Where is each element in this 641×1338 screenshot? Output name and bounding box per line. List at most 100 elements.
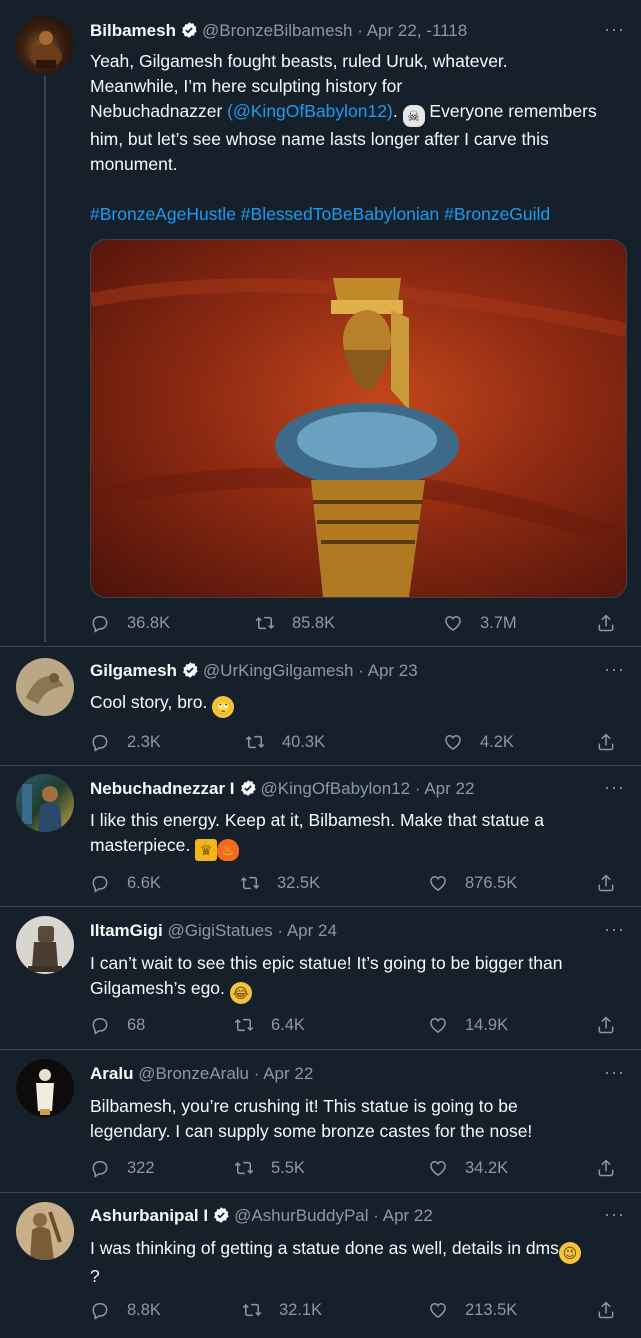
retweet-count: 32.5K bbox=[277, 873, 321, 892]
avatar[interactable] bbox=[16, 1202, 74, 1260]
retweet-button[interactable]: 85.8K bbox=[255, 613, 335, 633]
share-button[interactable] bbox=[596, 1015, 616, 1035]
avatar[interactable] bbox=[16, 774, 74, 832]
like-count: 213.5K bbox=[465, 1300, 518, 1319]
like-button[interactable]: 213.5K bbox=[428, 1300, 517, 1320]
reply-button[interactable]: 322 bbox=[90, 1158, 155, 1178]
timestamp[interactable]: Apr 23 bbox=[368, 661, 418, 680]
tweet-text-line: Cool story, bro. 🙄 bbox=[90, 690, 617, 718]
like-button[interactable]: 3.7M bbox=[443, 613, 517, 633]
retweet-button[interactable]: 40.3K bbox=[245, 732, 325, 752]
tweet-image[interactable] bbox=[90, 239, 627, 598]
retweet-button[interactable]: 32.5K bbox=[240, 873, 320, 893]
reply-button[interactable]: 68 bbox=[90, 1015, 145, 1035]
avatar[interactable] bbox=[16, 916, 74, 974]
reply-count: 322 bbox=[127, 1158, 155, 1177]
mention-link[interactable]: (@KingOfBabylon12) bbox=[227, 101, 393, 121]
heart-icon bbox=[443, 732, 463, 752]
divider bbox=[0, 765, 641, 766]
more-options-icon[interactable]: ··· bbox=[604, 920, 625, 938]
reply-button[interactable]: 2.3K bbox=[90, 732, 161, 752]
heart-icon bbox=[443, 613, 463, 633]
tweet-actions: 68 6.4K 14.9K bbox=[90, 1015, 624, 1037]
share-button[interactable] bbox=[596, 613, 616, 633]
avatar[interactable] bbox=[16, 1059, 74, 1117]
tweet-text-line: Meanwhile, I’m here sculpting history fo… bbox=[90, 76, 403, 96]
divider bbox=[0, 906, 641, 907]
retweet-button[interactable]: 5.5K bbox=[234, 1158, 305, 1178]
retweet-count: 5.5K bbox=[271, 1158, 305, 1177]
timestamp[interactable]: Apr 22, -1118 bbox=[367, 21, 468, 40]
share-button[interactable] bbox=[596, 732, 616, 752]
separator: · bbox=[253, 1064, 260, 1083]
divider bbox=[0, 646, 641, 647]
display-name[interactable]: Ashurbanipal I bbox=[90, 1206, 208, 1225]
tweet-text-line: I was thinking of getting a statue done … bbox=[90, 1236, 617, 1264]
display-name[interactable]: Aralu bbox=[90, 1064, 133, 1083]
divider bbox=[0, 1192, 641, 1193]
like-button[interactable]: 4.2K bbox=[443, 732, 514, 752]
separator: · bbox=[358, 661, 364, 680]
like-button[interactable]: 876.5K bbox=[428, 873, 517, 893]
handle[interactable]: @GigiStatues bbox=[167, 921, 272, 940]
more-options-icon[interactable]: ··· bbox=[604, 1063, 625, 1081]
handle[interactable]: @UrKingGilgamesh bbox=[203, 661, 353, 680]
thread-line bbox=[44, 76, 46, 642]
separator: · bbox=[357, 21, 363, 40]
display-name[interactable]: Gilgamesh bbox=[90, 661, 177, 680]
more-options-icon[interactable]: ··· bbox=[604, 20, 625, 38]
share-icon bbox=[596, 1015, 616, 1035]
eye-roll-emoji-icon: 🙄 bbox=[212, 696, 235, 718]
share-button[interactable] bbox=[596, 1158, 616, 1178]
like-button[interactable]: 34.2K bbox=[428, 1158, 508, 1178]
reply-icon bbox=[90, 613, 110, 633]
like-button[interactable]: 14.9K bbox=[428, 1015, 508, 1035]
reply-icon bbox=[90, 1300, 110, 1320]
reply-button[interactable]: 36.8K bbox=[90, 613, 170, 633]
like-count: 4.2K bbox=[480, 732, 514, 751]
retweet-button[interactable]: 32.1K bbox=[242, 1300, 322, 1320]
share-icon bbox=[596, 1158, 616, 1178]
share-icon bbox=[596, 873, 616, 893]
laughing-emoji-icon: 😂 bbox=[229, 982, 252, 1004]
retweet-icon bbox=[234, 1158, 254, 1178]
timestamp[interactable]: Apr 24 bbox=[287, 921, 337, 940]
display-name[interactable]: Nebuchadnezzar I bbox=[90, 779, 235, 798]
avatar[interactable] bbox=[16, 658, 74, 716]
more-options-icon[interactable]: ··· bbox=[604, 778, 625, 796]
retweet-count: 32.1K bbox=[279, 1300, 323, 1319]
hashtags[interactable]: #BronzeAgeHustle #BlessedToBeBabylonian … bbox=[90, 202, 617, 227]
timestamp[interactable]: Apr 22 bbox=[263, 1064, 313, 1083]
handle[interactable]: @BronzeAralu bbox=[138, 1064, 249, 1083]
tweet-text-line: legendary. I can supply some bronze cast… bbox=[90, 1121, 533, 1141]
retweet-button[interactable]: 6.4K bbox=[234, 1015, 305, 1035]
handle[interactable]: @AshurBuddyPal bbox=[234, 1206, 368, 1225]
tweet-text-line: Bilbamesh, you’re crushing it! This stat… bbox=[90, 1096, 518, 1116]
share-icon bbox=[596, 732, 616, 752]
display-name[interactable]: Bilbamesh bbox=[90, 21, 176, 40]
separator: · bbox=[373, 1206, 379, 1225]
retweet-icon bbox=[242, 1300, 262, 1320]
more-options-icon[interactable]: ··· bbox=[604, 660, 625, 678]
timestamp[interactable]: Apr 22 bbox=[424, 779, 474, 798]
more-options-icon[interactable]: ··· bbox=[604, 1205, 625, 1223]
reply-button[interactable]: 8.8K bbox=[90, 1300, 161, 1320]
tweet-actions: 36.8K 85.8K 3.7M bbox=[90, 613, 624, 635]
share-button[interactable] bbox=[596, 873, 616, 893]
share-button[interactable] bbox=[596, 1300, 616, 1320]
handle[interactable]: @KingOfBabylon12 bbox=[261, 779, 411, 798]
heart-icon bbox=[428, 1300, 448, 1320]
tweet-actions: 322 5.5K 34.2K bbox=[90, 1158, 624, 1180]
divider bbox=[0, 1049, 641, 1050]
timestamp[interactable]: Apr 22 bbox=[383, 1206, 433, 1225]
tweet-text-line: Nebuchadnazzer (@KingOfBabylon12). ☠ Eve… bbox=[90, 99, 617, 127]
avatar[interactable] bbox=[16, 16, 74, 74]
reply-count: 6.6K bbox=[127, 873, 161, 892]
display-name[interactable]: IltamGigi bbox=[90, 921, 163, 940]
wink-emoji-icon: 😉 bbox=[558, 1242, 581, 1264]
reply-icon bbox=[90, 1015, 110, 1035]
retweet-icon bbox=[255, 613, 275, 633]
like-count: 3.7M bbox=[480, 613, 517, 632]
reply-button[interactable]: 6.6K bbox=[90, 873, 161, 893]
handle[interactable]: @BronzeBilbamesh bbox=[202, 21, 353, 40]
